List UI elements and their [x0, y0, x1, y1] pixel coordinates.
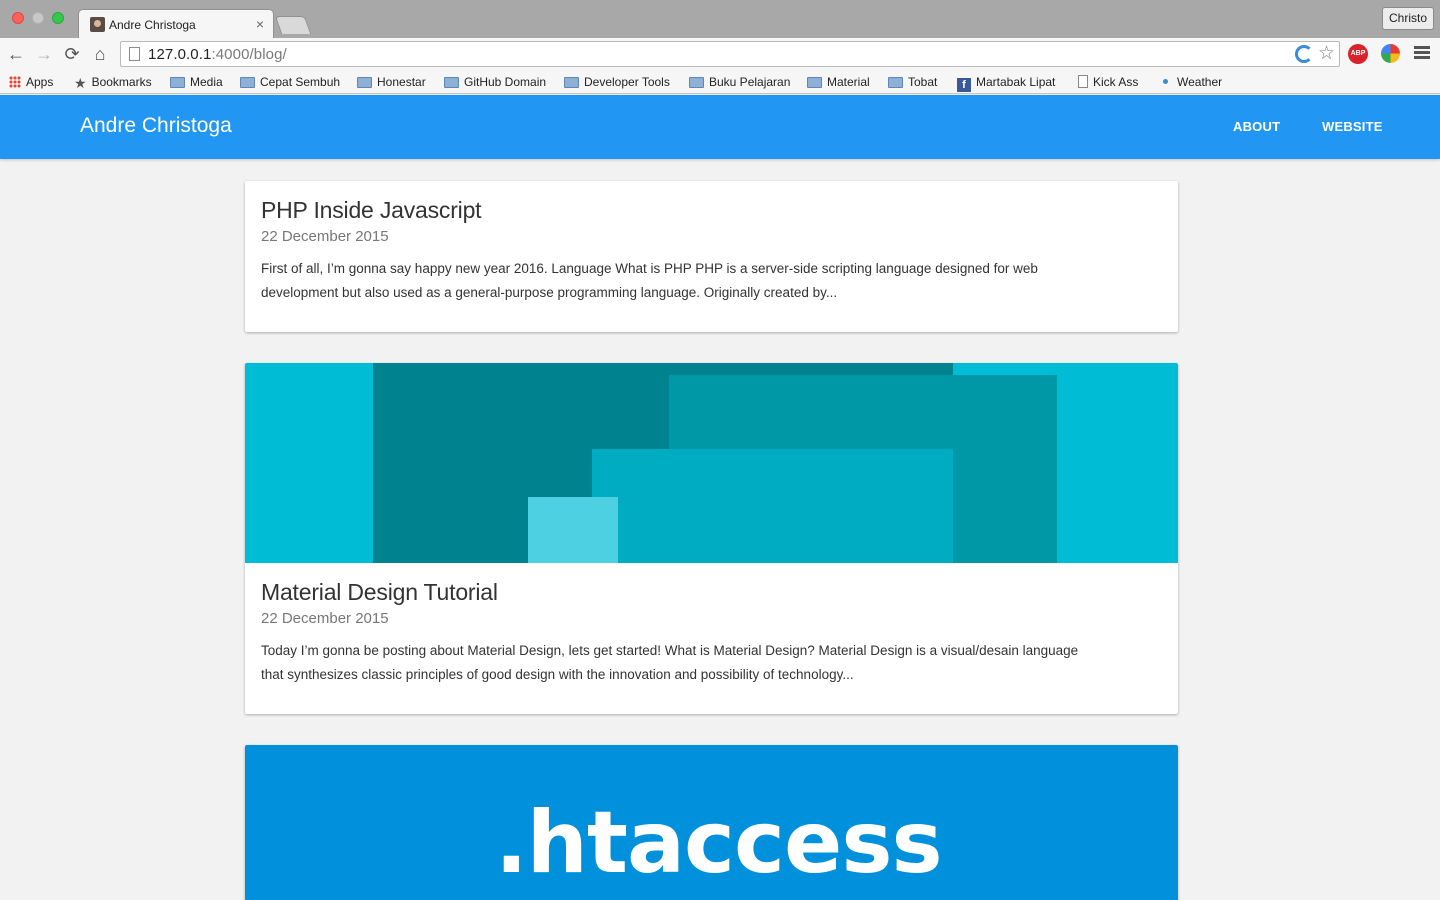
bookmark-developer-tools[interactable]: Developer Tools: [564, 74, 670, 90]
bookmark-label: Media: [190, 75, 223, 89]
url-path: :4000/blog/: [211, 46, 287, 63]
bookmark-label: Cepat Sembuh: [260, 75, 341, 89]
extension-icon[interactable]: [1295, 45, 1313, 63]
forward-arrow-icon[interactable]: →: [32, 42, 56, 66]
post-card[interactable]: .htaccess: [245, 745, 1178, 900]
bookmark-cepat-sembuh[interactable]: Cepat Sembuh: [240, 74, 340, 90]
home-icon[interactable]: ⌂: [88, 42, 112, 66]
url-host: 127.0.0.1: [148, 46, 212, 63]
nav-website-link[interactable]: WEBSITE: [1322, 119, 1383, 134]
tab-close-icon[interactable]: ×: [256, 16, 264, 32]
bookmarks-bar: Apps ★ Bookmarks Media Cepat Sembuh Hones…: [0, 70, 1440, 94]
window-close-button[interactable]: [12, 12, 24, 24]
bookmark-label: Apps: [26, 75, 54, 89]
post-excerpt: Today I’m gonna be posting about Materia…: [261, 643, 1079, 682]
weather-dot-icon: [1163, 79, 1168, 84]
material-design-hero-image: [245, 363, 1178, 563]
htaccess-hero-text: .htaccess: [495, 793, 943, 893]
post-card[interactable]: PHP Inside Javascript 22 December 2015 F…: [245, 181, 1178, 332]
bookmark-label: Buku Pelajaran: [709, 75, 791, 89]
bookmark-martabak-lipat[interactable]: f Martabak Lipat: [957, 74, 1056, 92]
post-body: PHP Inside Javascript 22 December 2015 F…: [261, 197, 1162, 305]
post-title[interactable]: Material Design Tutorial: [261, 579, 1162, 606]
folder-icon: [357, 77, 372, 88]
reload-icon[interactable]: ⟳: [60, 42, 84, 66]
folder-icon: [888, 77, 903, 88]
site-brand[interactable]: Andre Christoga: [80, 114, 232, 138]
star-icon: ★: [74, 75, 87, 91]
bookmark-star-icon[interactable]: ☆: [1318, 42, 1335, 65]
post-body: Material Design Tutorial 22 December 201…: [261, 579, 1162, 687]
tab-favicon-icon: [90, 17, 105, 32]
menu-icon[interactable]: [1414, 44, 1430, 62]
bookmark-label: Weather: [1177, 75, 1223, 89]
new-tab-button[interactable]: [274, 16, 312, 34]
bookmark-bookmarks[interactable]: ★ Bookmarks: [74, 74, 152, 91]
bookmark-material[interactable]: Material: [807, 74, 870, 90]
profile-button[interactable]: Christo: [1381, 7, 1434, 30]
site-header: Andre Christoga ABOUT WEBSITE: [0, 95, 1440, 159]
browser-toolbar: ← → ⟳ ⌂ 127.0.0.1:4000/blog/ ☆: [0, 38, 1440, 70]
bookmark-label: Martabak Lipat: [976, 75, 1056, 89]
bookmark-label: Kick Ass: [1093, 75, 1139, 89]
window-minimize-button[interactable]: [32, 12, 44, 24]
bookmark-label: GitHub Domain: [464, 75, 547, 89]
bookmark-weather[interactable]: Weather: [1160, 74, 1222, 90]
tab-title: Andre Christoga: [109, 18, 196, 32]
page-icon: [129, 47, 140, 61]
bookmark-label: Material: [827, 75, 870, 89]
browser-tab[interactable]: Andre Christoga ×: [78, 9, 274, 38]
post-date: 22 December 2015: [261, 228, 389, 245]
nav-about-link[interactable]: ABOUT: [1233, 119, 1280, 134]
bookmark-label: Honestar: [377, 75, 426, 89]
bookmark-github-domain[interactable]: GitHub Domain: [444, 74, 546, 90]
bookmark-tobat[interactable]: Tobat: [888, 74, 937, 90]
bookmark-label: Developer Tools: [584, 75, 670, 89]
bookmark-label: Bookmarks: [91, 75, 152, 89]
bookmark-honestar[interactable]: Honestar: [357, 74, 426, 90]
post-excerpt: First of all, I’m gonna say happy new ye…: [261, 261, 1038, 300]
bookmark-media[interactable]: Media: [170, 74, 223, 90]
back-arrow-icon[interactable]: ←: [4, 42, 28, 66]
window-maximize-button[interactable]: [52, 12, 64, 24]
page-icon: [1078, 75, 1088, 88]
post-title[interactable]: PHP Inside Javascript: [261, 197, 1162, 224]
address-bar[interactable]: 127.0.0.1:4000/blog/ ☆: [120, 41, 1340, 67]
folder-icon: [170, 77, 185, 88]
bookmark-label: Tobat: [908, 75, 938, 89]
folder-icon: [807, 77, 822, 88]
facebook-icon: f: [957, 78, 971, 92]
folder-icon: [564, 77, 579, 88]
apps-grid-icon: [9, 76, 21, 88]
bookmark-buku-pelajaran[interactable]: Buku Pelajaran: [689, 74, 790, 90]
post-date: 22 December 2015: [261, 610, 389, 627]
htaccess-hero-image: .htaccess: [245, 745, 1178, 900]
bookmark-kick-ass[interactable]: Kick Ass: [1078, 74, 1138, 90]
tab-strip: Andre Christoga × Christo: [0, 0, 1440, 38]
bookmark-apps[interactable]: Apps: [9, 74, 53, 90]
color-extension-icon[interactable]: [1381, 44, 1400, 63]
folder-icon: [240, 77, 255, 88]
url-text[interactable]: 127.0.0.1:4000/blog/: [148, 46, 287, 63]
post-card[interactable]: Material Design Tutorial 22 December 201…: [245, 363, 1178, 714]
folder-icon: [444, 77, 459, 88]
folder-icon: [689, 77, 704, 88]
adblock-icon[interactable]: ABP: [1348, 44, 1368, 64]
